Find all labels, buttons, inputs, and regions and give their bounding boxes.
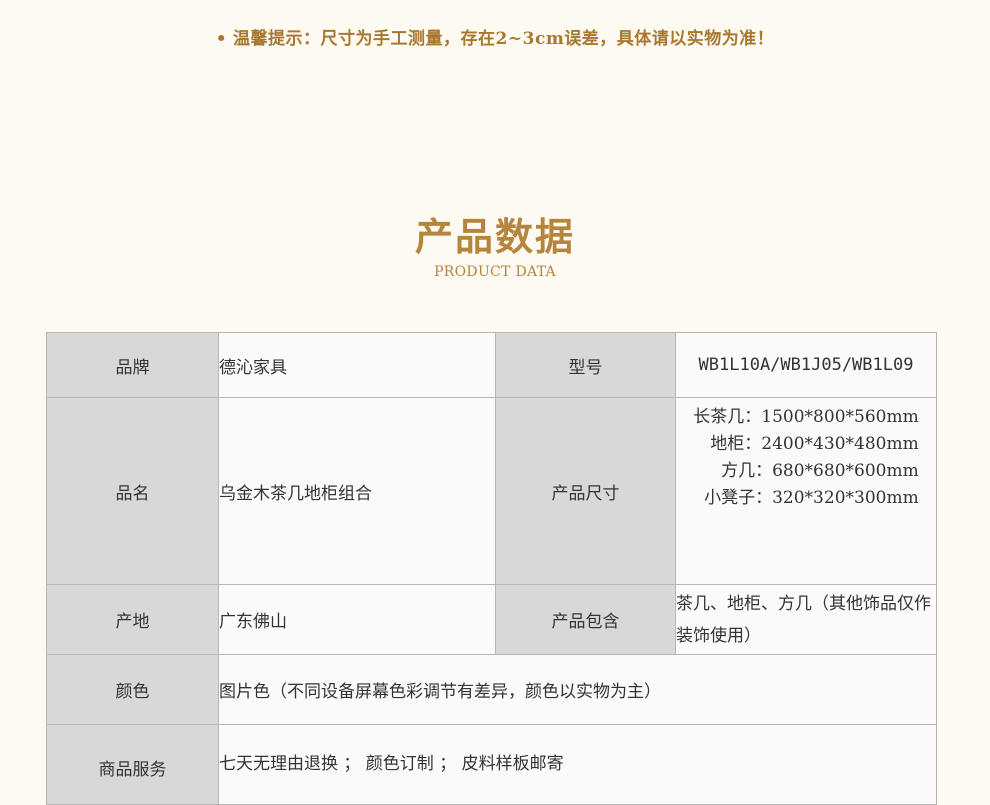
includes-value: 茶几、地柜、方几（其他饰品仅作装饰使用） [675, 584, 937, 655]
service-value: 七天无理由退换 ； 颜色订制 ； 皮料样板邮寄 [218, 724, 937, 805]
color-value: 图片色（不同设备屏幕色彩调节有差异，颜色以实物为主） [218, 654, 937, 725]
notice-text: 温馨提示：尺寸为手工测量，存在2~3cm误差，具体请以实物为准！ [233, 29, 775, 49]
service-label: 商品服务 [46, 724, 219, 805]
notice-bullet: • [215, 29, 228, 49]
size-item: 方几：680*680*600mm [721, 461, 919, 481]
model-label: 型号 [495, 332, 676, 398]
size-notice: • 温馨提示：尺寸为手工测量，存在2~3cm误差，具体请以实物为准！ [0, 24, 990, 49]
section-title: 产品数据 [414, 214, 575, 259]
name-value: 乌金木茶几地柜组合 [218, 397, 496, 585]
size-item: 长茶几：1500*800*560mm [693, 407, 919, 427]
name-label: 品名 [46, 397, 219, 585]
table-row: 产地 广东佛山 产品包含 茶几、地柜、方几（其他饰品仅作装饰使用） [46, 584, 937, 655]
table-row: 品名 乌金木茶几地柜组合 产品尺寸 长茶几：1500*800*560mm 地柜：… [46, 397, 937, 585]
size-values: 长茶几：1500*800*560mm 地柜：2400*430*480mm 方几：… [675, 397, 937, 585]
color-label: 颜色 [46, 654, 219, 725]
table-row: 商品服务 七天无理由退换 ； 颜色订制 ； 皮料样板邮寄 [46, 724, 937, 805]
product-spec-table: 品牌 德沁家具 型号 WB1L10A/WB1J05/WB1L09 品名 乌金木茶… [46, 332, 937, 805]
size-item: 地柜：2400*430*480mm [710, 434, 919, 454]
size-label: 产品尺寸 [495, 397, 676, 585]
table-row: 颜色 图片色（不同设备屏幕色彩调节有差异，颜色以实物为主） [46, 654, 937, 725]
brand-value: 德沁家具 [218, 332, 496, 398]
table-row: 品牌 德沁家具 型号 WB1L10A/WB1J05/WB1L09 [46, 332, 937, 398]
brand-label: 品牌 [46, 332, 219, 398]
section-subtitle: PRODUCT DATA [434, 264, 556, 280]
origin-label: 产地 [46, 584, 219, 655]
model-value: WB1L10A/WB1J05/WB1L09 [675, 332, 937, 398]
includes-label: 产品包含 [495, 584, 676, 655]
size-item: 小凳子：320*320*300mm [704, 488, 919, 508]
origin-value: 广东佛山 [218, 584, 496, 655]
size-list: 长茶几：1500*800*560mm 地柜：2400*430*480mm 方几：… [693, 398, 918, 512]
